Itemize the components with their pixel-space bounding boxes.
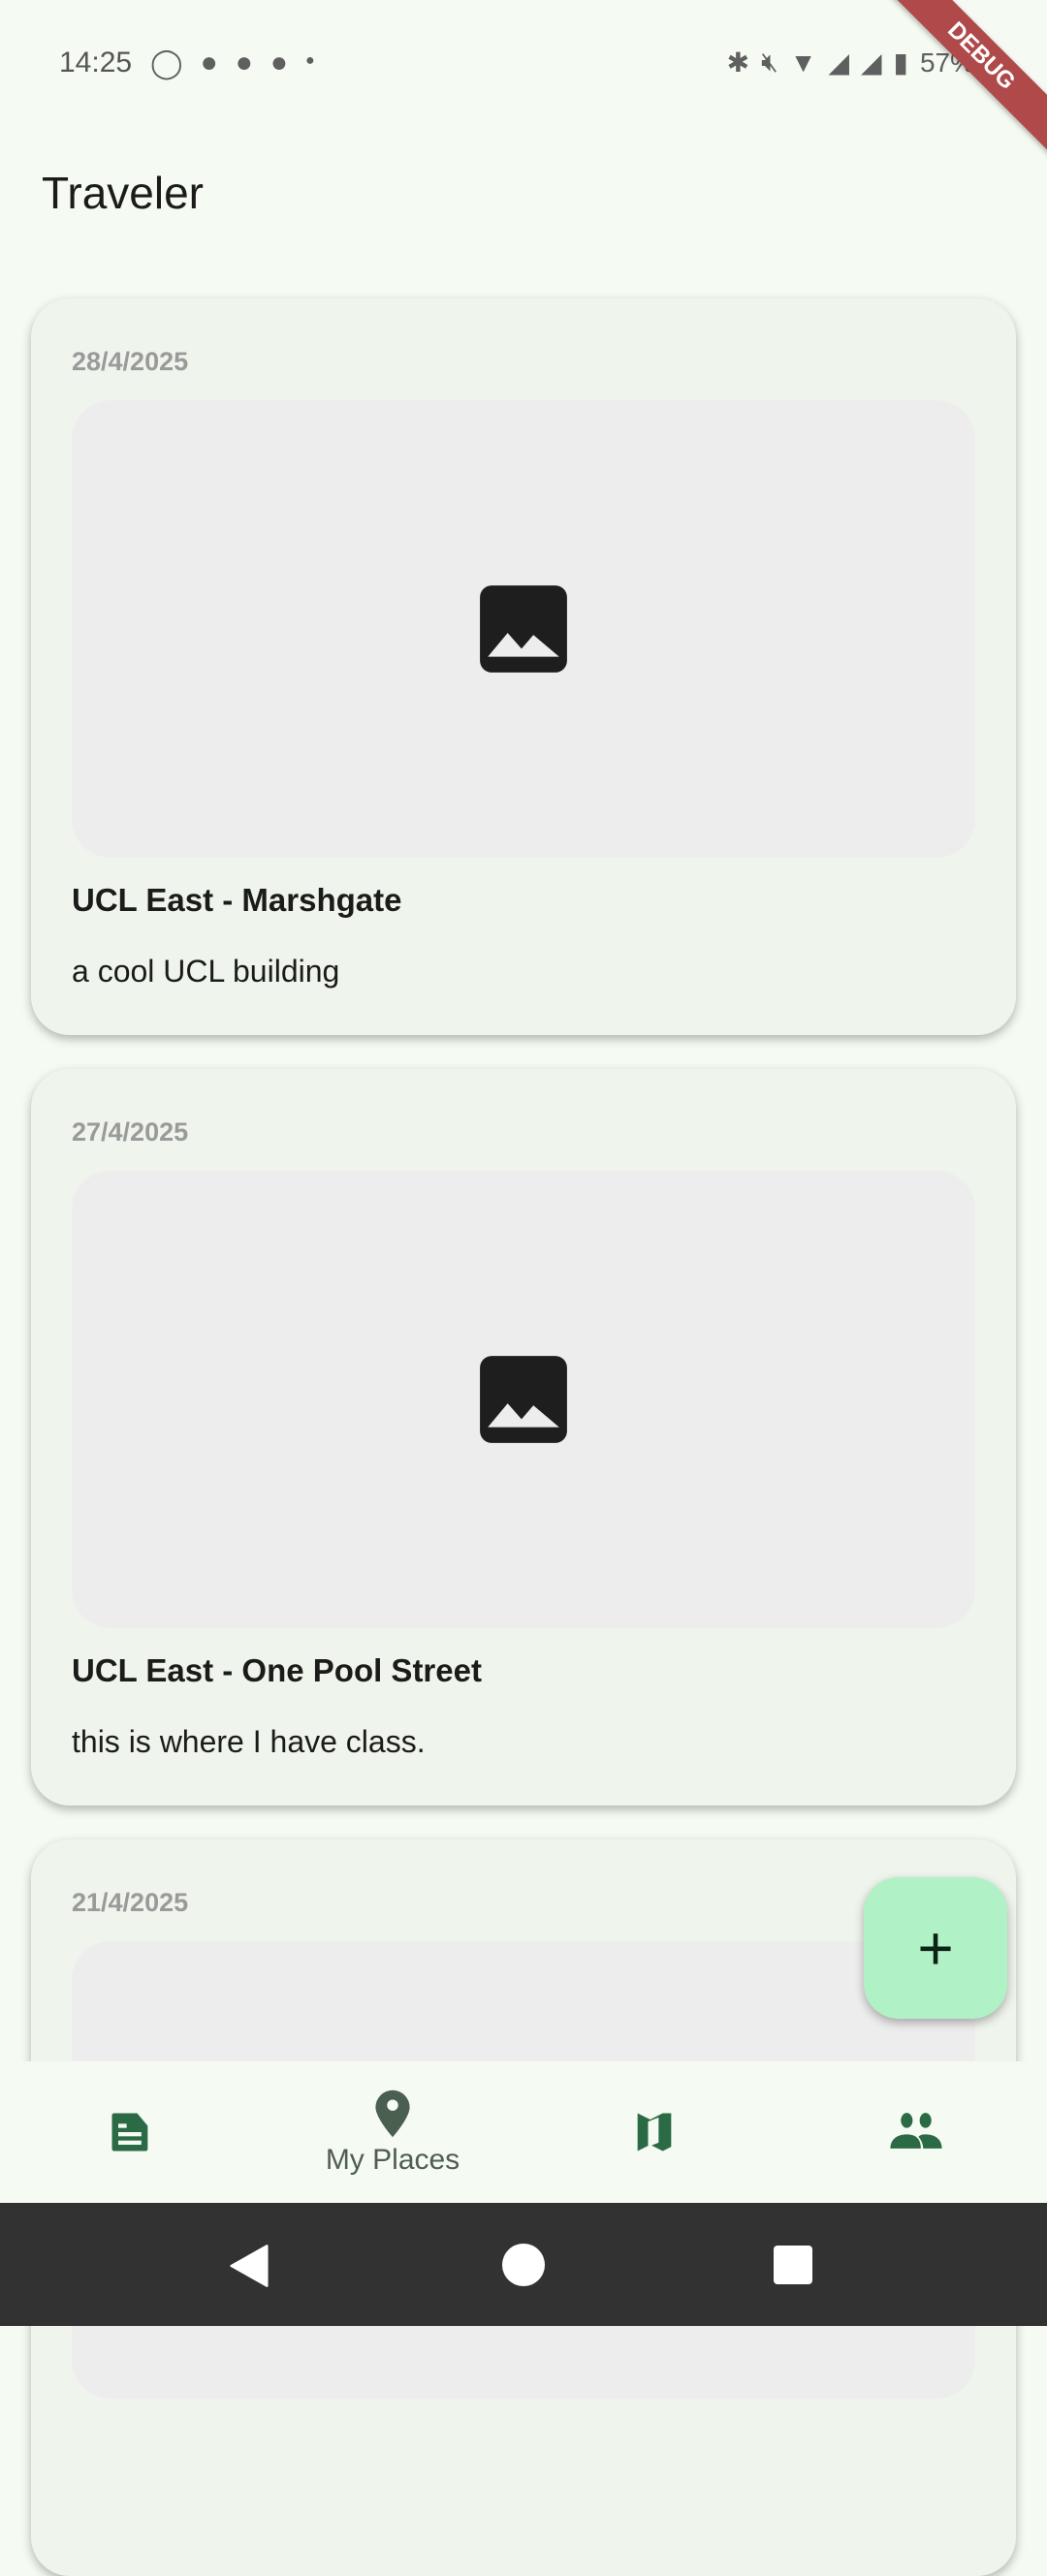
whatsapp-icon: ◯ — [150, 47, 183, 79]
page-title: Traveler — [42, 168, 204, 218]
home-icon[interactable] — [502, 2244, 545, 2286]
mute-icon: 🔇︎ — [761, 47, 778, 77]
system-icons: ✱ 🔇︎ ▼ ◢ ◢ ▮ 57% — [727, 47, 974, 79]
image-placeholder — [72, 1171, 975, 1628]
map-icon — [637, 2113, 672, 2152]
place-card[interactable]: 28/4/2025 UCL East - Marshgate a cool UC… — [31, 298, 1016, 1035]
signal-icon: ◢ — [828, 47, 849, 78]
card-date: 28/4/2025 — [72, 347, 189, 376]
image-placeholder — [72, 400, 975, 858]
status-time: 14:25 — [59, 47, 133, 79]
image-icon — [480, 1356, 567, 1443]
system-navigation-bar — [0, 2203, 1047, 2326]
people-icon — [890, 2113, 942, 2149]
card-description: this is where I have class. — [72, 1724, 426, 1759]
more-dot-icon: ● — [304, 52, 315, 69]
card-title: UCL East - Marshgate — [72, 882, 402, 918]
bottom-navigation: My Places — [0, 2061, 1047, 2203]
snapchat-icon: ● — [200, 47, 218, 79]
card-date: 21/4/2025 — [72, 1888, 189, 1917]
nav-label: My Places — [325, 2144, 460, 2176]
snapchat-icon: ● — [235, 47, 253, 79]
add-place-button[interactable]: + — [864, 1877, 1007, 2019]
image-icon — [480, 585, 567, 673]
recents-icon[interactable] — [774, 2246, 812, 2284]
nav-item-my-places[interactable]: My Places — [262, 2061, 524, 2203]
status-bar: 14:25 ◯ ● ● ● ● ✱ 🔇︎ ▼ ◢ ◢ ▮ 57% — [0, 0, 1047, 126]
nav-item-people[interactable] — [785, 2061, 1047, 2203]
nav-item-map[interactable] — [524, 2061, 785, 2203]
wifi-icon: ▼ — [789, 47, 817, 78]
card-description: a cool UCL building — [72, 954, 340, 989]
notification-icons: ◯ ● ● ● ● — [150, 47, 315, 80]
chat-icon: ● — [270, 47, 288, 79]
battery-icon: ▮ — [893, 47, 908, 78]
article-icon — [111, 2113, 148, 2152]
card-date: 27/4/2025 — [72, 1117, 189, 1147]
place-icon — [375, 2089, 410, 2138]
place-card[interactable]: 27/4/2025 UCL East - One Pool Street thi… — [31, 1069, 1016, 1806]
nav-item-journal[interactable] — [0, 2061, 262, 2203]
signal-icon: ◢ — [860, 47, 882, 78]
card-title: UCL East - One Pool Street — [72, 1652, 482, 1688]
back-icon[interactable] — [227, 2244, 271, 2288]
bluetooth-icon: ✱ — [726, 47, 750, 78]
